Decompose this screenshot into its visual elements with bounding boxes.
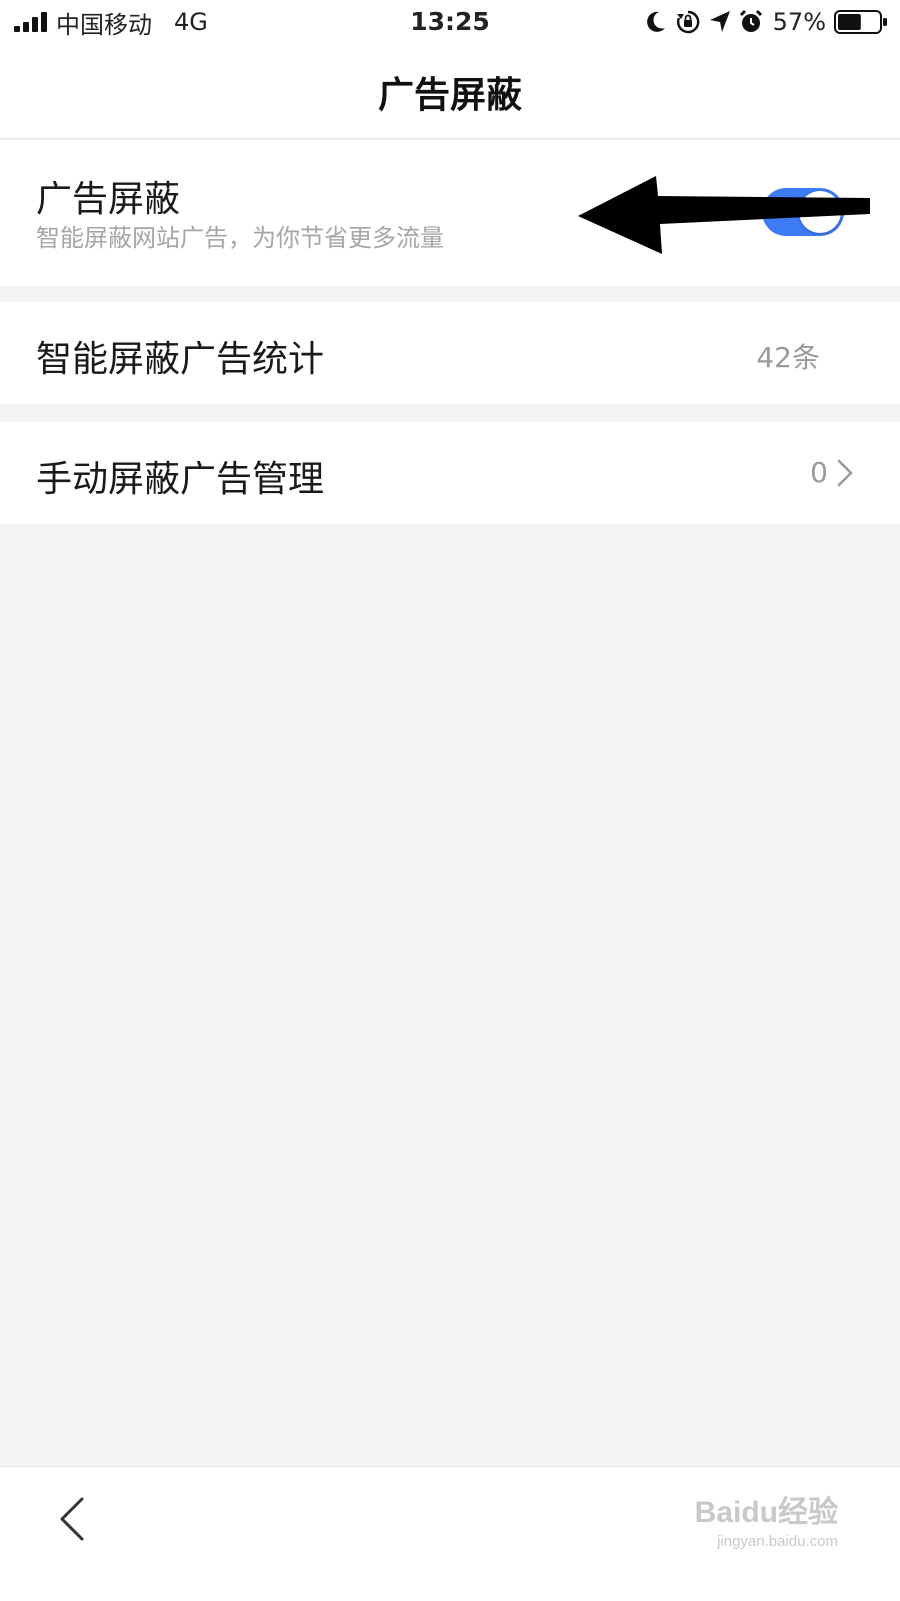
watermark-logo: Baidu经验: [694, 1496, 838, 1529]
alarm-icon: [739, 9, 762, 32]
bottom-toolbar: Baidu经验 jingyan.baidu.com: [0, 1466, 900, 1601]
ad-block-title: 广告屏蔽: [36, 179, 181, 220]
annotation-arrow-icon: [578, 176, 870, 254]
manual-block-manage-title: 手动屏蔽广告管理: [36, 459, 325, 500]
location-icon: [709, 11, 730, 32]
baidu-watermark: Baidu经验 jingyan.baidu.com: [668, 1487, 838, 1551]
manual-block-manage-row[interactable]: 手动屏蔽广告管理 0: [0, 422, 900, 524]
nav-bar: 广告屏蔽: [0, 44, 900, 139]
battery-icon: [834, 10, 887, 34]
battery-percent: 57%: [772, 8, 826, 36]
page-title: 广告屏蔽: [377, 75, 522, 116]
smart-block-stats-title: 智能屏蔽广告统计: [36, 339, 325, 380]
status-bar: 中国移动 4G 13:25 57%: [0, 0, 900, 44]
orientation-lock-icon: [676, 10, 700, 34]
smart-block-stats-count: 42条: [756, 341, 820, 374]
status-right: 57%: [645, 6, 888, 38]
smart-block-stats-row[interactable]: 智能屏蔽广告统计 42条: [0, 302, 900, 404]
chevron-left-icon: [60, 1497, 84, 1541]
moon-icon: [646, 11, 665, 32]
chevron-right-icon: [837, 459, 853, 487]
back-button[interactable]: [52, 1495, 92, 1543]
ad-block-subtitle: 智能屏蔽网站广告，为你节省更多流量: [36, 224, 444, 252]
manual-block-count: 0: [810, 456, 828, 489]
watermark-url: jingyan.baidu.com: [717, 1533, 838, 1550]
